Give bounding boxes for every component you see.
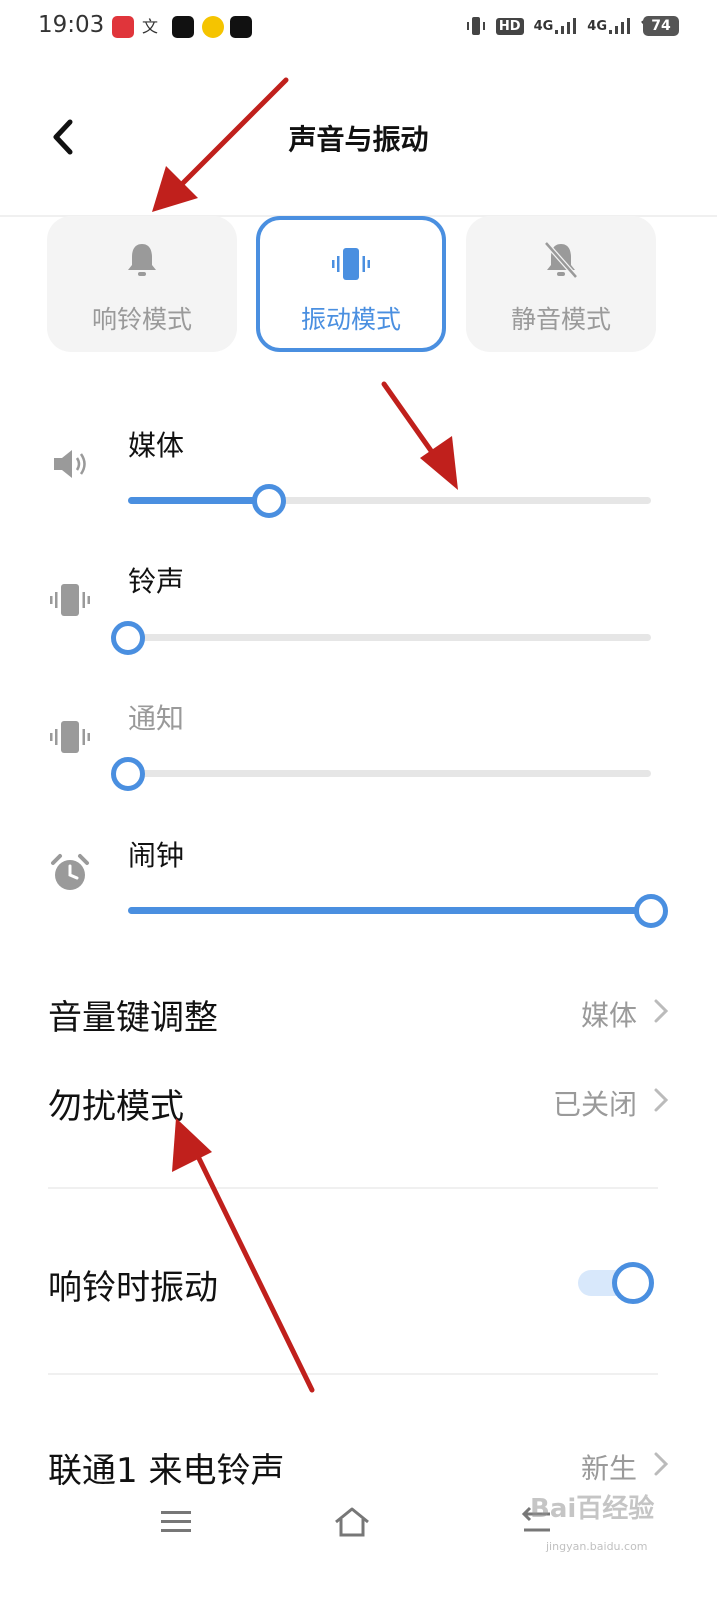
- toggle-knob: [612, 1262, 654, 1304]
- silent-mode-card[interactable]: 静音模式: [466, 216, 656, 352]
- annotation-arrow: [172, 1118, 315, 1393]
- hd-badge: HD: [495, 17, 524, 35]
- alarm-volume-label: 闹钟: [128, 839, 185, 872]
- status-time: 19:03: [38, 12, 105, 38]
- dnd-value: 已关闭: [552, 1088, 637, 1121]
- volume-key-row-label[interactable]: 音量键调整: [48, 990, 218, 1039]
- status-icons: HD 4G 4G: [466, 14, 667, 38]
- chevron-right-icon: [654, 1088, 669, 1112]
- slider-fill: [128, 497, 270, 504]
- media-volume-label: 媒体: [128, 429, 185, 462]
- vibrate-on-ring-label: 响铃时振动: [48, 1268, 218, 1308]
- vibrate-icon: [50, 584, 90, 616]
- vibrate-icon: [50, 721, 90, 753]
- alarm-volume-slider[interactable]: [128, 893, 668, 928]
- slider-fill: [128, 907, 651, 914]
- slider-thumb[interactable]: [111, 756, 145, 791]
- ringtone-volume-slider[interactable]: [111, 620, 651, 655]
- ring-mode-label: 响铃模式: [91, 305, 192, 334]
- signal-icon: 4G: [534, 18, 578, 34]
- app-notification-icon: [112, 16, 134, 38]
- section-divider: [48, 1187, 658, 1189]
- bell-icon: [128, 244, 156, 276]
- app-notification-icon: 文: [142, 16, 164, 38]
- dnd-row-label[interactable]: 勿扰模式: [48, 1079, 184, 1128]
- silent-mode-label: 静音模式: [510, 305, 611, 334]
- status-bar: 19:03 文 HD 4G 4G 74: [0, 0, 717, 56]
- chevron-right-icon: [654, 999, 669, 1023]
- app-notification-icon: [202, 16, 224, 38]
- vibrate-mode-card[interactable]: 振动模式: [256, 216, 446, 352]
- vibrate-status-icon: [466, 17, 485, 35]
- vibrate-mode-label: 振动模式: [300, 305, 401, 334]
- menu-icon[interactable]: [154, 1500, 198, 1544]
- vibrate-icon: [332, 248, 370, 280]
- notification-volume-label: 通知: [128, 702, 185, 735]
- home-icon[interactable]: [330, 1500, 374, 1544]
- slider-thumb[interactable]: [634, 893, 668, 928]
- vibrate-on-ring-toggle[interactable]: [578, 1262, 654, 1304]
- signal-bars-icon: [555, 18, 577, 34]
- ring-mode-card[interactable]: 响铃模式: [47, 216, 237, 352]
- soul-notification-icon: [230, 16, 252, 38]
- tiktok-notification-icon: [172, 16, 194, 38]
- page-title: 声音与振动: [288, 123, 429, 156]
- slider-thumb[interactable]: [111, 620, 145, 655]
- ringtone-value: 新生: [580, 1452, 637, 1485]
- bell-off-icon: [544, 241, 578, 279]
- alarm-clock-icon: [51, 854, 89, 890]
- watermark-url: jingyan.baidu.com: [546, 1540, 648, 1553]
- battery-indicator: 74: [643, 16, 679, 36]
- annotation-arrow: [381, 381, 458, 490]
- section-divider: [48, 1373, 658, 1375]
- media-volume-slider[interactable]: [128, 483, 651, 518]
- chevron-right-icon: [654, 1452, 669, 1476]
- ringtone-row-label[interactable]: 联通1 来电铃声: [48, 1443, 284, 1492]
- signal-icon: 4G: [587, 18, 631, 34]
- signal-bars-icon: [609, 18, 630, 34]
- watermark: Bai百经验: [530, 1494, 655, 1524]
- speaker-icon: [54, 450, 86, 478]
- ringtone-volume-label: 铃声: [128, 565, 185, 598]
- slider-thumb[interactable]: [252, 483, 287, 518]
- notification-volume-slider[interactable]: [111, 756, 651, 791]
- volume-key-value: 媒体: [580, 999, 637, 1032]
